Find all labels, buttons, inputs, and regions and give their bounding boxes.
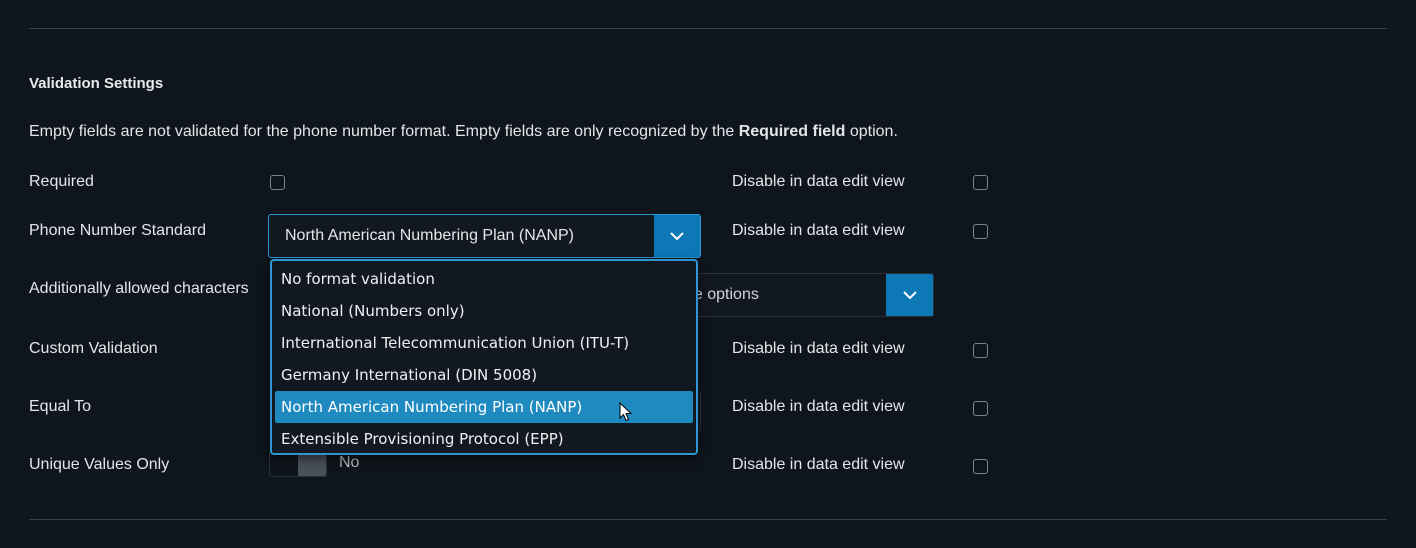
phone-standard-select-button[interactable] [654,215,700,257]
section-description: Empty fields are not validated for the p… [29,123,898,141]
dropdown-option[interactable]: No format validation [275,263,693,295]
dropdown-option[interactable]: Extensible Provisioning Protocol (EPP) [275,423,693,455]
custom-validation-disable-checkbox[interactable] [973,343,988,358]
phone-standard-disable-checkbox[interactable] [973,224,988,239]
section-title: Validation Settings [29,75,164,92]
phone-standard-selected-value: North American Numbering Plan (NANP) [285,227,574,244]
additional-chars-select-value: ne options [690,286,759,303]
description-prefix: Empty fields are not validated for the p… [29,123,739,140]
unique-values-label: Unique Values Only [29,456,170,473]
phone-standard-dropdown-list: No format validation National (Numbers o… [270,259,698,455]
custom-validation-label: Custom Validation [29,340,158,357]
chevron-down-icon [902,291,917,300]
top-divider [29,28,1387,29]
required-disable-checkbox[interactable] [973,175,988,190]
dropdown-option[interactable]: National (Numbers only) [275,295,693,327]
required-label: Required [29,173,94,190]
required-disable-label: Disable in data edit view [732,173,905,190]
chevron-down-icon [670,232,684,241]
phone-standard-label: Phone Number Standard [29,222,206,239]
dropdown-option[interactable]: Germany International (DIN 5008) [275,359,693,391]
description-bold: Required field [738,123,846,140]
mouse-pointer-icon [619,402,633,422]
unique-values-disable-label: Disable in data edit view [732,456,905,473]
bottom-divider [29,519,1387,520]
additional-chars-select-button[interactable] [886,274,933,316]
equal-to-disable-label: Disable in data edit view [732,398,905,415]
custom-validation-disable-label: Disable in data edit view [732,340,905,357]
additional-chars-select[interactable]: ne options [690,273,934,317]
equal-to-disable-checkbox[interactable] [973,401,988,416]
toggle-knob [298,452,326,476]
dropdown-option[interactable]: International Telecommunication Union (I… [275,327,693,359]
equal-to-label: Equal To [29,398,91,415]
unique-values-toggle-text: No [339,454,360,471]
phone-standard-disable-label: Disable in data edit view [732,222,905,239]
required-checkbox[interactable] [270,175,285,190]
unique-values-disable-checkbox[interactable] [973,459,988,474]
description-suffix: option. [845,123,898,140]
validation-settings-page: Validation Settings Empty fields are not… [0,0,1416,548]
additional-chars-label: Additionally allowed characters [29,280,249,297]
phone-standard-select[interactable]: North American Numbering Plan (NANP) [268,214,701,258]
